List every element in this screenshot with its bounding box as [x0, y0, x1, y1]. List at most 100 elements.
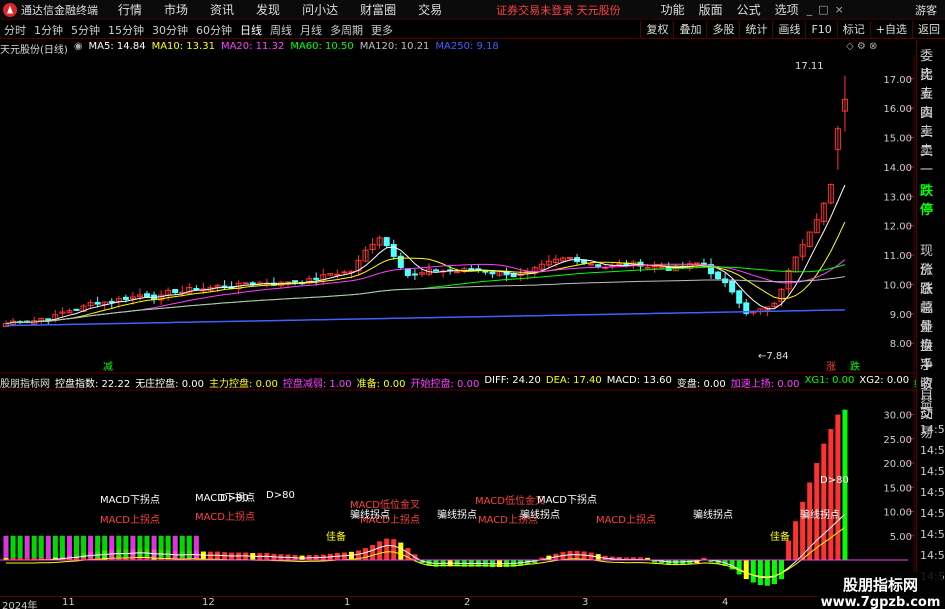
- indicator-annotation: 骗线拐点: [350, 508, 390, 521]
- macd-bar: [771, 560, 777, 585]
- candle-body: [411, 273, 418, 276]
- indicator-axis-label: 30.00: [883, 411, 912, 422]
- menu-assistant[interactable]: 问小达: [302, 1, 338, 18]
- period-30min[interactable]: 30分钟: [148, 22, 192, 38]
- menu-formula[interactable]: 公式: [737, 1, 761, 18]
- control-bar: [151, 535, 157, 558]
- decline-mark: 减: [103, 361, 113, 373]
- tool-draw-line[interactable]: 画线: [772, 20, 805, 39]
- indicator-annotation: MACD下拐点: [537, 493, 597, 506]
- menu-trade[interactable]: 交易: [418, 1, 442, 18]
- macd-bar: [828, 429, 834, 560]
- control-bar: [10, 535, 16, 558]
- time-label: 4: [722, 597, 729, 608]
- candle-body: [172, 289, 179, 294]
- period-multi[interactable]: 多周期: [326, 22, 367, 38]
- stock-name[interactable]: 天元股份(日线): [0, 41, 68, 56]
- period-more[interactable]: 更多: [367, 22, 397, 38]
- control-bar: [74, 535, 79, 558]
- candle-body: [94, 302, 101, 305]
- macd-bar: [750, 560, 756, 583]
- control-bar: [123, 535, 129, 558]
- indicator-axis-label: 5.00: [890, 532, 912, 543]
- menu-market[interactable]: 市场: [164, 1, 188, 18]
- candle-body: [45, 318, 52, 321]
- indicator-annotation: D>80: [820, 475, 849, 486]
- watermark-title: 股朋指标网: [842, 576, 918, 594]
- candle-body: [722, 278, 729, 284]
- period-weekly[interactable]: 周线: [266, 22, 296, 38]
- candle-body: [334, 273, 341, 276]
- candle-body: [715, 271, 722, 280]
- tool-back[interactable]: 返回: [912, 20, 945, 39]
- guest-user[interactable]: 游客: [915, 2, 937, 18]
- candle-body: [390, 243, 397, 257]
- quote-field: 14:56: [920, 528, 945, 541]
- candle-body: [433, 269, 440, 272]
- candle-body: [122, 296, 129, 300]
- quote-field: 14:56: [920, 486, 945, 499]
- control-bar: [130, 535, 136, 558]
- price-axis-label: 8.00: [890, 339, 912, 350]
- period-tick[interactable]: 分时: [0, 22, 30, 38]
- macd-bar: [835, 414, 841, 560]
- time-label: 1: [344, 597, 351, 608]
- candle-body: [729, 280, 736, 293]
- period-1min[interactable]: 1分钟: [30, 22, 67, 38]
- period-toolbar: 分时 1分钟 5分钟 15分钟 30分钟 60分钟 日线 周线 月线 多周期 更…: [0, 20, 945, 39]
- menu-options[interactable]: 选项: [775, 1, 799, 18]
- tool-adjust[interactable]: 复权: [640, 20, 673, 39]
- limit-down-mark: 跌: [850, 360, 860, 373]
- menu-function[interactable]: 功能: [661, 1, 685, 18]
- menu-discover[interactable]: 发现: [256, 1, 280, 18]
- window-controls: _ □ ×: [807, 3, 844, 16]
- time-label: 2: [464, 597, 471, 608]
- kline-chart[interactable]: 17.00 16.00 15.00 14.00 13.00 12.00 11.00 10.00…: [0, 55, 915, 595]
- control-bar: [137, 535, 143, 558]
- tool-f10[interactable]: F10: [805, 20, 836, 39]
- candle-body: [383, 237, 390, 247]
- period-5min[interactable]: 5分钟: [67, 22, 104, 38]
- menu-news[interactable]: 资讯: [210, 1, 234, 18]
- indicator-axis-label: 20.00: [883, 459, 912, 470]
- quote-field: 14:56: [920, 444, 945, 457]
- candle-body: [736, 290, 743, 304]
- tool-add-watchlist[interactable]: +自选: [869, 20, 912, 39]
- price-axis-label: 17.00: [883, 75, 912, 86]
- settings-icon[interactable]: ◉: [74, 41, 83, 55]
- diamond-icon[interactable]: ◇: [846, 41, 854, 52]
- period-monthly[interactable]: 月线: [296, 22, 326, 38]
- quote-field: 跌停: [920, 184, 934, 218]
- control-bar: [24, 535, 30, 558]
- price-axis-label: 12.00: [883, 222, 912, 233]
- right-quote-panel: 委比卖五卖四卖三卖二卖一跌停现价涨跌涨幅总量外盘换手净资收益自动交易14:561…: [916, 40, 945, 595]
- tool-mark[interactable]: 标记: [836, 20, 870, 39]
- macd-bar: [743, 560, 749, 580]
- tool-statistics[interactable]: 统计: [739, 20, 772, 39]
- gear-icon[interactable]: ⚙: [857, 41, 866, 52]
- menu-wealth[interactable]: 财富圈: [360, 1, 396, 18]
- period-15min[interactable]: 15分钟: [104, 22, 148, 38]
- close-panel-icon[interactable]: ⊗: [869, 41, 877, 52]
- macd-bar: [398, 542, 404, 560]
- indicator-annotation: 骗线拐点: [693, 508, 733, 521]
- period-60min[interactable]: 60分钟: [192, 22, 236, 38]
- control-bar: [144, 535, 150, 558]
- maximize-icon[interactable]: □: [818, 3, 828, 16]
- price-axis-label: 10.00: [883, 280, 912, 291]
- login-status[interactable]: 证券交易未登录 天元股份: [496, 2, 621, 18]
- period-daily[interactable]: 日线: [236, 22, 266, 38]
- close-icon[interactable]: ×: [835, 3, 844, 16]
- tool-multi-stock[interactable]: 多股: [706, 20, 739, 39]
- minimize-icon[interactable]: _: [807, 3, 813, 16]
- macd-bar: [779, 560, 784, 580]
- macd-bar: [207, 551, 213, 560]
- macd-bar: [793, 521, 799, 560]
- tool-overlay[interactable]: 叠加: [673, 20, 706, 39]
- indicator-annotation: 佳备: [770, 530, 790, 543]
- candle-body: [404, 268, 411, 276]
- quote-field: 14:56: [920, 549, 945, 562]
- macd-bar: [786, 540, 792, 560]
- menu-layout[interactable]: 版面: [699, 1, 723, 18]
- menu-quotes[interactable]: 行情: [118, 1, 142, 18]
